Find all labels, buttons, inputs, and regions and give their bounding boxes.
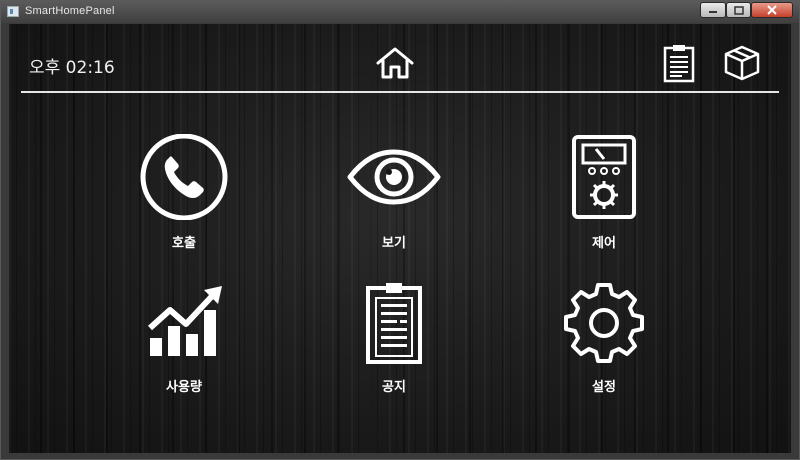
tile-call[interactable]: 호출 — [124, 134, 244, 254]
tile-label-usage: 사용량 — [166, 380, 202, 395]
package-box-icon[interactable] — [723, 44, 761, 82]
app-icon — [7, 6, 19, 17]
panel-content: 오후 02:16 호출 보기 제어 사용량 공지 설정 — [9, 24, 791, 453]
header-divider — [21, 91, 779, 93]
tile-label-settings: 설정 — [592, 380, 616, 395]
window-title: SmartHomePanel — [25, 5, 115, 17]
tile-label-view: 보기 — [382, 236, 406, 251]
clock-time: 오후 02:16 — [29, 58, 115, 78]
tile-view[interactable]: 보기 — [334, 134, 454, 254]
control-panel-icon — [572, 135, 636, 219]
clipboard-icon[interactable] — [663, 43, 695, 83]
home-icon[interactable] — [375, 46, 415, 80]
tile-label-notice: 공지 — [382, 380, 406, 395]
close-icon — [767, 5, 777, 15]
app-window: SmartHomePanel 오후 02:16 호출 보기 제어 사용량 공지 … — [0, 0, 800, 460]
tile-label-call: 호출 — [172, 236, 196, 251]
usage-chart-icon — [147, 286, 222, 356]
eye-icon — [347, 149, 441, 205]
gear-icon — [564, 283, 644, 363]
tile-usage[interactable]: 사용량 — [124, 280, 244, 400]
minimize-icon — [709, 11, 717, 13]
notice-clipboard-icon — [366, 283, 422, 364]
close-button[interactable] — [751, 2, 793, 18]
phone-icon — [140, 134, 228, 220]
tile-control[interactable]: 제어 — [544, 134, 664, 254]
tile-label-control: 제어 — [592, 236, 616, 251]
maximize-button[interactable] — [726, 2, 751, 18]
maximize-icon — [733, 5, 744, 15]
title-bar[interactable]: SmartHomePanel — [1, 1, 799, 23]
tile-settings[interactable]: 설정 — [544, 280, 664, 400]
tile-notice[interactable]: 공지 — [334, 280, 454, 400]
minimize-button[interactable] — [700, 2, 726, 18]
